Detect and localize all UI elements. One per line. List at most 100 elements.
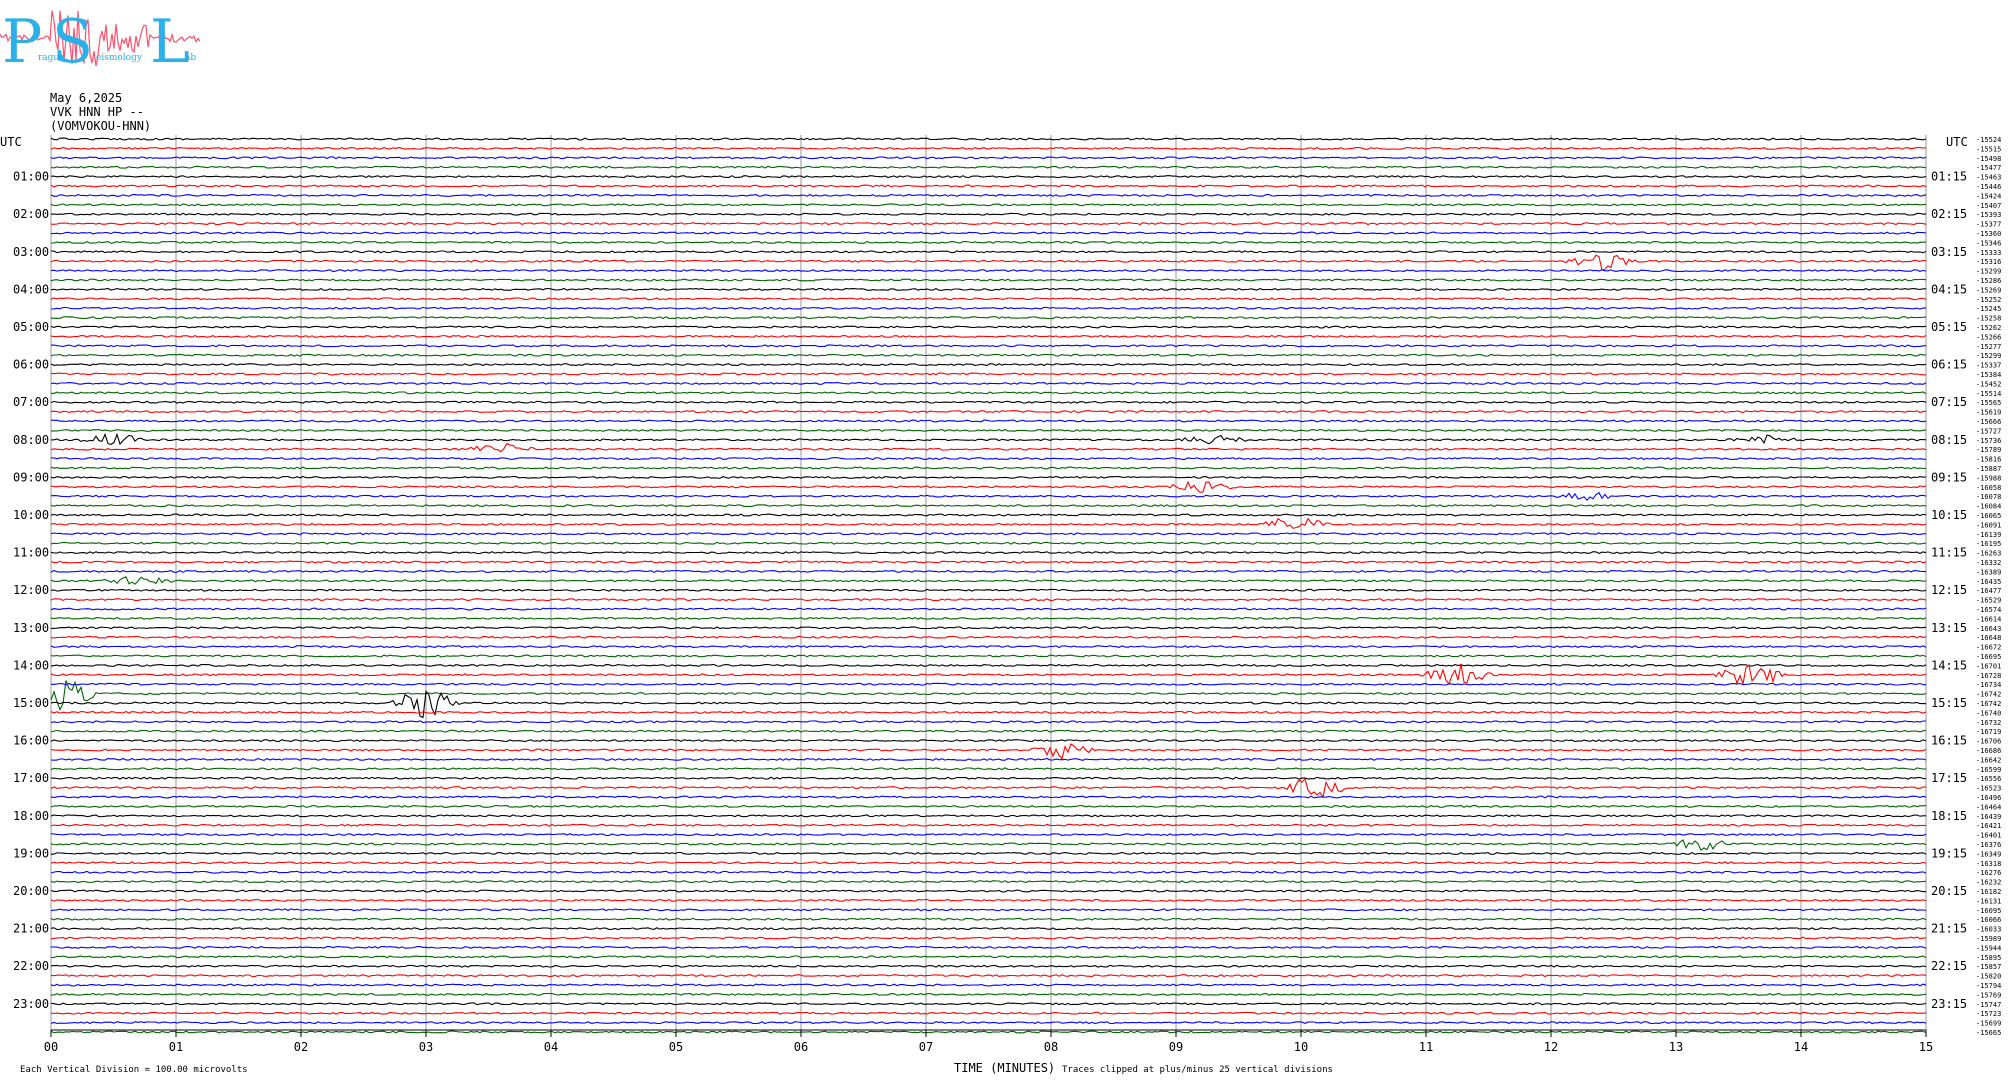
trace-line: [50, 334, 1927, 338]
trace-line: [50, 945, 1927, 949]
trace-offset-label: -15515: [1976, 145, 2001, 153]
trace-offset-label: -15769: [1976, 991, 2001, 999]
x-tick-label: 08: [1044, 1040, 1058, 1054]
right-hour-label: 18:15: [1931, 809, 1967, 823]
trace-line: [50, 823, 1927, 827]
trace-line: [50, 663, 1927, 667]
x-tick-label: 03: [419, 1040, 433, 1054]
right-hour-label: 09:15: [1931, 470, 1967, 484]
trace-line: [50, 1002, 1927, 1006]
trace-line: [50, 814, 1926, 818]
trace-line: [50, 391, 1927, 395]
trace-line: [50, 428, 1927, 432]
trace-line: [50, 645, 1927, 649]
trace-line: [50, 156, 1927, 160]
trace-offset-label: -15514: [1976, 390, 2001, 398]
left-hour-label: 13:00: [13, 621, 49, 635]
left-hour-label: 19:00: [13, 846, 49, 860]
left-hour-label: 18:00: [13, 809, 49, 823]
left-hour-label: 01:00: [13, 170, 49, 184]
trace-line: [50, 363, 1927, 367]
trace-offset-label: -16439: [1976, 813, 2001, 821]
trace-offset-label: -15727: [1976, 427, 2001, 435]
left-hour-label: 05:00: [13, 320, 49, 334]
trace-offset-label: -15944: [1976, 944, 2001, 952]
left-hour-label: 22:00: [13, 959, 49, 973]
trace-offset-label: -16349: [1976, 850, 2001, 858]
trace-offset-label: -16435: [1976, 578, 2001, 586]
trace-line: [50, 287, 1926, 291]
trace-offset-label: -16232: [1976, 879, 2001, 887]
trace-line: [50, 569, 1927, 573]
trace-offset-label: -16556: [1976, 775, 2001, 783]
trace-offset-label: -15887: [1976, 465, 2001, 473]
left-hour-label: 09:00: [13, 470, 49, 484]
x-tick-label: 05: [669, 1040, 683, 1054]
trace-offset-label: -15424: [1976, 192, 2001, 200]
trace-line: [50, 212, 1927, 216]
trace-offset-label: -15565: [1976, 399, 2001, 407]
right-hour-label: 19:15: [1931, 846, 1967, 860]
trace-offset-label: -16672: [1976, 644, 2001, 652]
right-hour-label: 17:15: [1931, 771, 1967, 785]
trace-offset-label: -16695: [1976, 653, 2001, 661]
left-hour-label: 11:00: [13, 546, 49, 560]
trace-offset-label: -16376: [1976, 841, 2001, 849]
trace-offset-label: -16529: [1976, 597, 2001, 605]
trace-offset-label: -16496: [1976, 794, 2001, 802]
trace-line: [50, 344, 1927, 348]
trace-offset-label: -15286: [1976, 277, 2001, 285]
trace-offset-label: -15393: [1976, 211, 2001, 219]
trace-line: [50, 137, 1927, 141]
trace-offset-label: -15699: [1976, 1020, 2001, 1028]
trace-offset-label: -16643: [1976, 625, 2001, 633]
trace-offset-label: -16389: [1976, 568, 2001, 576]
trace-offset-label: -15789: [1976, 446, 2001, 454]
trace-line: [50, 635, 1927, 639]
right-hour-label: 08:15: [1931, 433, 1967, 447]
trace-line: [50, 908, 1927, 912]
left-hour-label: 02:00: [13, 207, 49, 221]
trace-offset-label: -16084: [1976, 503, 2001, 511]
x-tick-label: 12: [1544, 1040, 1558, 1054]
trace-offset-label: -16131: [1976, 897, 2001, 905]
trace-line: [50, 306, 1927, 310]
x-tick-label: 06: [794, 1040, 808, 1054]
right-hour-label: 03:15: [1931, 245, 1967, 259]
left-hour-label: 04:00: [13, 282, 49, 296]
trace-line: [50, 442, 1927, 453]
trace-offset-label: -16464: [1976, 803, 2001, 811]
trace-offset-label: -15665: [1976, 1029, 2001, 1037]
right-hour-label: 13:15: [1931, 621, 1967, 635]
trace-line: [50, 231, 1927, 235]
x-tick-label: 14: [1794, 1040, 1808, 1054]
trace-line: [50, 682, 1927, 686]
trace-line: [50, 757, 1927, 761]
trace-line: [50, 400, 1927, 404]
trace-offset-label: -16686: [1976, 747, 2001, 755]
left-hour-label: 03:00: [13, 245, 49, 259]
trace-line: [50, 983, 1927, 987]
left-hour-label: 21:00: [13, 922, 49, 936]
trace-line: [50, 739, 1927, 743]
right-hour-label: 16:15: [1931, 734, 1967, 748]
trace-offset-label: -16182: [1976, 888, 2001, 896]
trace-line: [50, 598, 1927, 602]
trace-line: [50, 743, 1927, 760]
trace-offset-label: -15820: [1976, 973, 2001, 981]
trace-line: [50, 974, 1927, 978]
trace-offset-label: -16728: [1976, 672, 2001, 680]
trace-line: [50, 927, 1927, 931]
x-tick-label: 11: [1419, 1040, 1433, 1054]
trace-offset-label: -16065: [1976, 512, 2001, 520]
trace-line: [50, 269, 1927, 273]
trace-offset-label: -16719: [1976, 728, 2001, 736]
trace-offset-label: -15269: [1976, 286, 2001, 294]
left-hour-label: 12:00: [13, 583, 49, 597]
trace-offset-label: -15299: [1976, 268, 2001, 276]
trace-offset-label: -15266: [1976, 333, 2001, 341]
trace-line: [50, 381, 1927, 385]
trace-line: [50, 1011, 1927, 1015]
trace-line: [50, 222, 1927, 226]
plot-axes: 00 01 02 03 04 05 06 07 08 09 10 11 12 13 14 15 01:00 02:…: [13, 136, 2001, 1054]
